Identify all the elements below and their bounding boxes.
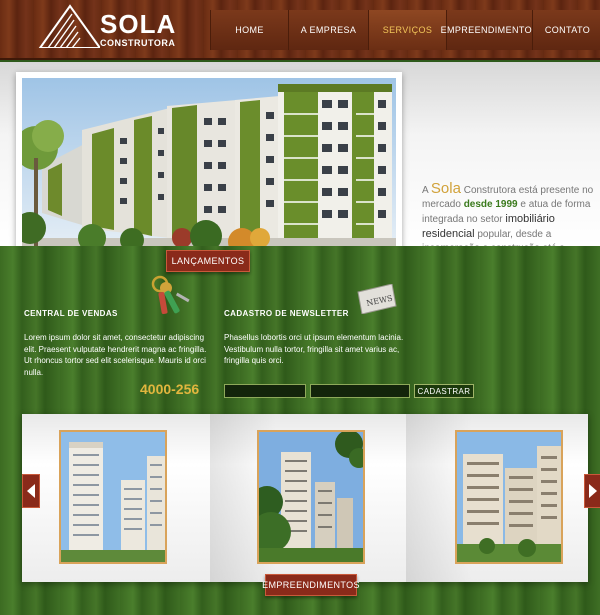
keys-icon — [151, 275, 190, 315]
newsletter-email-field[interactable] — [310, 384, 410, 398]
banner-building-photo[interactable] — [22, 78, 396, 260]
intro-since: desde 1999 — [463, 199, 518, 210]
project-3-photo — [457, 432, 561, 562]
project-thumb-2[interactable] — [257, 430, 365, 564]
chevron-right-icon — [589, 484, 597, 498]
launches-tab[interactable]: LANÇAMENTOS — [166, 250, 250, 272]
newspaper-icon: NEWS — [357, 284, 397, 314]
header: SOLA CONSTRUTORA HOME A EMPRESA SERVIÇOS… — [0, 0, 600, 60]
logo-subtitle: CONSTRUTORA — [100, 38, 176, 48]
project-thumb-1[interactable] — [59, 430, 167, 564]
project-1-photo — [61, 432, 165, 562]
logo-mountain-icon — [38, 4, 100, 48]
gallery-next-button[interactable] — [584, 474, 600, 508]
chevron-left-icon — [27, 484, 35, 498]
sales-text: Lorem ipsum dolor sit amet, consectetur … — [24, 333, 207, 377]
main-nav: HOME A EMPRESA SERVIÇOS EMPREENDIMENTOS … — [210, 10, 600, 50]
nav-empreendimentos[interactable]: EMPREENDIMENTOS — [441, 10, 538, 50]
nav-servicos[interactable]: SERVIÇOS — [368, 10, 446, 50]
nav-contato[interactable]: CONTATO — [532, 10, 600, 50]
banner: A Sola Construtora está presente no merc… — [0, 62, 600, 268]
banner-photo-frame — [16, 72, 402, 266]
intro-text-a: A — [422, 185, 431, 196]
newsletter-submit-button[interactable]: CADASTRAR — [414, 384, 474, 398]
sales-title: CENTRAL DE VENDAS — [24, 309, 118, 318]
project-thumb-3[interactable] — [455, 430, 563, 564]
intro-brand: Sola — [430, 180, 461, 197]
newsletter-title: CADASTRO DE NEWSLETTER — [224, 309, 349, 318]
project-2-photo — [259, 432, 363, 562]
building-illustration — [22, 78, 396, 260]
gallery-prev-button[interactable] — [22, 474, 40, 508]
logo[interactable]: SOLA CONSTRUTORA — [36, 4, 175, 52]
projects-tab[interactable]: EMPREENDIMENTOS — [262, 574, 360, 596]
nav-home[interactable]: HOME — [210, 10, 288, 50]
nav-a-empresa[interactable]: A EMPRESA — [288, 10, 368, 50]
newsletter-name-field[interactable] — [224, 384, 306, 398]
newsletter-text: Phasellus lobortis orci ut ipsum element… — [224, 333, 404, 365]
logo-name: SOLA — [100, 9, 177, 39]
sales-phone: 4000-256 — [140, 381, 200, 397]
